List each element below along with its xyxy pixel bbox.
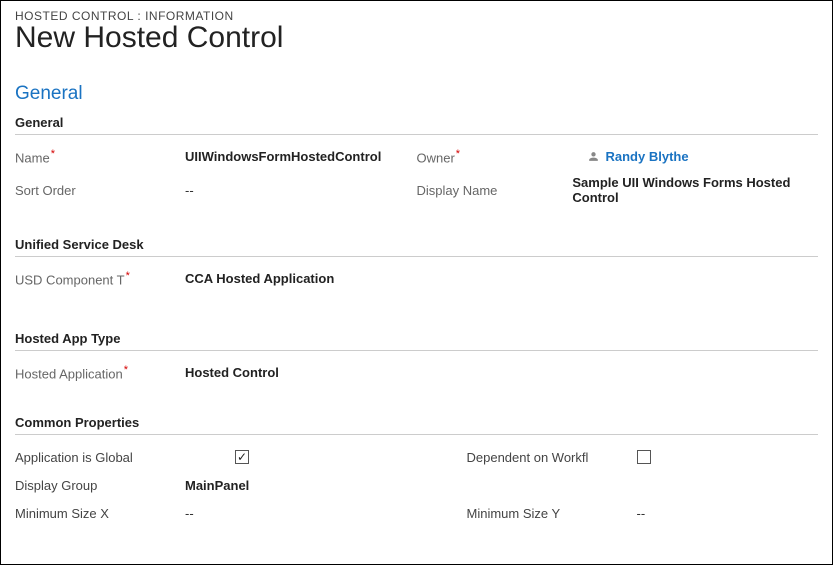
dependent-label: Dependent on Workfl (467, 450, 637, 465)
hosted-app-label: Hosted Application* (15, 364, 185, 381)
display-name-value[interactable]: Sample UII Windows Forms Hosted Control (572, 175, 818, 205)
usd-component-label: USD Component T* (15, 270, 185, 287)
hosted-app-value[interactable]: Hosted Control (185, 365, 279, 380)
required-indicator: * (51, 148, 55, 160)
min-y-value[interactable]: -- (637, 506, 646, 521)
field-hosted-application[interactable]: Hosted Application* Hosted Control (15, 364, 417, 381)
row-usd-component: USD Component T* CCA Hosted Application (15, 269, 818, 289)
field-sort-order[interactable]: Sort Order -- (15, 183, 417, 198)
field-min-x[interactable]: Minimum Size X -- (15, 506, 367, 521)
row-global-dependent: Application is Global ✓ Dependent on Wor… (15, 447, 818, 467)
page-title: New Hosted Control (15, 21, 818, 55)
subsection-common-title: Common Properties (15, 415, 818, 435)
required-indicator: * (124, 364, 128, 376)
usd-component-label-text: USD Component T (15, 273, 125, 288)
subsection-general-title: General (15, 115, 818, 135)
field-name[interactable]: Name* UIIWindowsFormHostedControl (15, 148, 417, 165)
subsection-usd-title: Unified Service Desk (15, 237, 818, 257)
app-global-checkbox[interactable]: ✓ (235, 450, 249, 464)
row-min-sizes: Minimum Size X -- Minimum Size Y -- (15, 503, 818, 523)
min-x-value[interactable]: -- (185, 506, 194, 521)
sort-order-value[interactable]: -- (185, 183, 194, 198)
field-min-y[interactable]: Minimum Size Y -- (367, 506, 819, 521)
field-owner[interactable]: Owner* Randy Blythe (417, 148, 819, 165)
owner-label-text: Owner (417, 151, 455, 166)
row-name-owner: Name* UIIWindowsFormHostedControl Owner*… (15, 147, 818, 167)
field-usd-component[interactable]: USD Component T* CCA Hosted Application (15, 270, 417, 287)
owner-value[interactable]: Randy Blythe (606, 149, 689, 164)
field-display-name[interactable]: Display Name Sample UII Windows Forms Ho… (417, 175, 819, 205)
name-label-text: Name (15, 151, 50, 166)
field-display-group[interactable]: Display Group MainPanel (15, 478, 417, 493)
display-group-value[interactable]: MainPanel (185, 478, 249, 493)
app-global-label: Application is Global (15, 450, 235, 465)
required-indicator: * (126, 270, 130, 282)
min-x-label: Minimum Size X (15, 506, 185, 521)
row-hosted-app: Hosted Application* Hosted Control (15, 363, 818, 383)
display-group-label: Display Group (15, 478, 185, 493)
owner-label: Owner* (417, 148, 587, 165)
name-label: Name* (15, 148, 185, 165)
sort-order-label: Sort Order (15, 183, 185, 198)
usd-component-value[interactable]: CCA Hosted Application (185, 271, 334, 286)
min-y-label: Minimum Size Y (467, 506, 637, 521)
required-indicator: * (456, 148, 460, 160)
row-display-group: Display Group MainPanel (15, 475, 818, 495)
name-value[interactable]: UIIWindowsFormHostedControl (185, 149, 381, 164)
section-general-title: General (15, 83, 818, 105)
row-sort-displayname: Sort Order -- Display Name Sample UII Wi… (15, 175, 818, 205)
dependent-checkbox[interactable] (637, 450, 651, 464)
display-name-label: Display Name (417, 183, 573, 198)
person-icon (587, 150, 600, 163)
subsection-hosted-app-title: Hosted App Type (15, 331, 818, 351)
field-app-global[interactable]: Application is Global ✓ (15, 450, 367, 465)
hosted-app-label-text: Hosted Application (15, 367, 123, 382)
field-dependent-workfl[interactable]: Dependent on Workfl (367, 450, 819, 465)
